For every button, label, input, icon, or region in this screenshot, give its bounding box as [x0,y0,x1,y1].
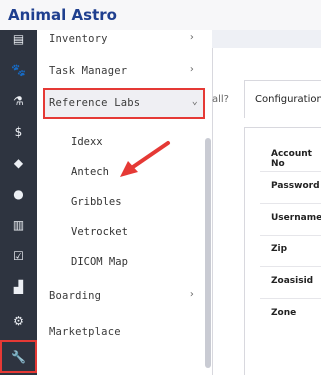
chevron-right-icon: › [188,289,195,300]
checkbox-icon[interactable]: ☑ [0,245,37,267]
field-label-zoasisid: Zoasisid [271,276,314,286]
field-divider [260,235,321,236]
paw-icon[interactable]: 🐾 [0,59,37,81]
field-divider [260,203,321,204]
app-title: Animal Astro [8,6,117,24]
menu-icon[interactable]: ▤ [0,28,37,50]
top-bar-strip [212,30,321,48]
submenu-item-vetrocket[interactable]: Vetrocket [71,219,128,245]
left-icon-rail: ▤ 🐾 ⚗ $ ◆ ● ▥ ☑ ▟ ⚙ 🔧 [0,30,37,375]
tab-configuration[interactable]: Configuration [244,80,321,118]
field-divider [260,298,321,299]
field-label-password: Password [271,181,320,191]
lab-flask-icon[interactable]: ⚗ [0,90,37,112]
chart-icon[interactable]: ▟ [0,276,37,298]
field-label-zip: Zip [271,244,288,254]
chat-icon[interactable]: ● [0,183,37,205]
tab-partial[interactable]: all? [212,80,238,118]
wrench-icon[interactable]: 🔧 [0,340,37,373]
menu-item-marketplace[interactable]: Marketplace [37,317,207,347]
menu-item-inventory[interactable]: Inventory › [37,24,207,54]
field-divider [260,171,321,172]
menu-scrollbar[interactable] [205,138,211,368]
menu-item-boarding[interactable]: Boarding › [37,281,207,311]
field-label-account: Account No [271,149,312,169]
field-label-zone: Zone [271,308,297,318]
dropbox-icon[interactable]: ◆ [0,152,37,174]
submenu-item-antech[interactable]: Antech [71,159,109,185]
tools-menu: Inventory › Task Manager › Boarding › Ma… [37,30,213,375]
field-divider [260,266,321,267]
annotation-arrow [120,141,170,177]
document-icon[interactable]: ▥ [0,214,37,236]
dollar-icon[interactable]: $ [0,121,37,143]
chevron-right-icon: › [188,32,195,43]
chevron-right-icon: › [188,64,195,75]
menu-item-reference-labs[interactable]: Reference Labs ⌄ [37,88,207,118]
menu-item-task-manager[interactable]: Task Manager › [37,56,207,86]
submenu-item-dicom-map[interactable]: DICOM Map [71,249,128,275]
submenu-item-gribbles[interactable]: Gribbles [71,189,122,215]
chevron-down-icon: ⌄ [191,96,198,107]
gear-icon[interactable]: ⚙ [0,310,37,332]
field-label-username: Username [271,213,321,223]
submenu-item-idexx[interactable]: Idexx [71,129,103,155]
